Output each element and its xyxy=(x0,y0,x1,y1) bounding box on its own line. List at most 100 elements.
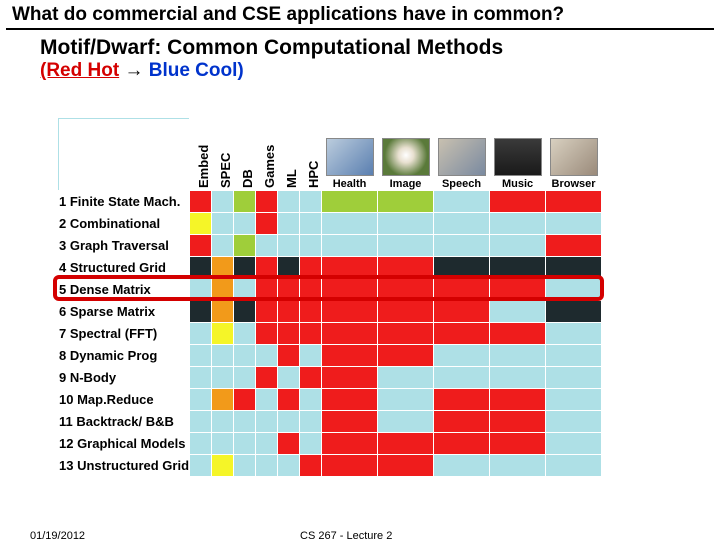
heat-cell xyxy=(322,301,378,323)
heat-cell xyxy=(300,279,322,301)
heat-cell xyxy=(546,323,602,345)
heat-cell xyxy=(546,213,602,235)
heat-cell xyxy=(278,455,300,477)
col-header-wide: Browser xyxy=(546,119,602,191)
heat-cell xyxy=(490,213,546,235)
heat-cell xyxy=(256,389,278,411)
heat-cell xyxy=(212,279,234,301)
heat-cell xyxy=(300,367,322,389)
heat-cell xyxy=(546,455,602,477)
heat-cell xyxy=(256,279,278,301)
heat-cell xyxy=(256,411,278,433)
heat-cell xyxy=(234,257,256,279)
heat-cell xyxy=(322,411,378,433)
heat-cell xyxy=(278,367,300,389)
heat-cell xyxy=(546,279,602,301)
heat-cell xyxy=(322,323,378,345)
heat-cell xyxy=(256,191,278,213)
heat-cell xyxy=(490,257,546,279)
table-row: 9 N-Body xyxy=(59,367,602,389)
heat-cell xyxy=(322,279,378,301)
heat-cell xyxy=(434,213,490,235)
heat-cell xyxy=(278,433,300,455)
heat-cell xyxy=(300,345,322,367)
heat-cell xyxy=(434,235,490,257)
heat-cell xyxy=(256,301,278,323)
heat-cell xyxy=(234,301,256,323)
col-thumbnail-icon xyxy=(438,138,486,176)
heat-cell xyxy=(234,213,256,235)
table-row: 2 Combinational xyxy=(59,213,602,235)
heat-cell xyxy=(300,213,322,235)
heat-cell xyxy=(378,433,434,455)
heat-cell xyxy=(278,257,300,279)
heat-cell xyxy=(434,367,490,389)
row-header: 8 Dynamic Prog xyxy=(59,345,190,367)
table-row: 1 Finite State Mach. xyxy=(59,191,602,213)
table-row: 8 Dynamic Prog xyxy=(59,345,602,367)
heat-cell xyxy=(490,389,546,411)
heat-cell xyxy=(234,345,256,367)
heat-cell xyxy=(322,345,378,367)
heat-cell xyxy=(212,345,234,367)
color-legend: (Red Hot → Blue Cool) xyxy=(0,60,720,86)
heat-cell xyxy=(434,411,490,433)
row-header: 7 Spectral (FFT) xyxy=(59,323,190,345)
heat-cell xyxy=(546,411,602,433)
heat-cell xyxy=(278,191,300,213)
heat-cell xyxy=(278,279,300,301)
heat-cell xyxy=(212,367,234,389)
heat-cell xyxy=(546,257,602,279)
heat-cell xyxy=(378,345,434,367)
heat-cell xyxy=(190,433,212,455)
heat-cell xyxy=(378,191,434,213)
table-row: 12 Graphical Models xyxy=(59,433,602,455)
table-row: 5 Dense Matrix xyxy=(59,279,602,301)
heat-cell xyxy=(212,455,234,477)
col-thumbnail-icon xyxy=(382,138,430,176)
heat-cell xyxy=(434,279,490,301)
table-row: 4 Structured Grid xyxy=(59,257,602,279)
heat-cell xyxy=(546,367,602,389)
heat-cell xyxy=(234,367,256,389)
col-thumbnail-icon xyxy=(326,138,374,176)
heat-cell xyxy=(490,301,546,323)
heat-cell xyxy=(322,191,378,213)
heat-cell xyxy=(322,257,378,279)
heat-cell xyxy=(490,433,546,455)
heat-cell xyxy=(378,213,434,235)
heat-cell xyxy=(212,257,234,279)
heat-cell xyxy=(256,433,278,455)
row-header: 5 Dense Matrix xyxy=(59,279,190,301)
heat-cell xyxy=(546,389,602,411)
heat-cell xyxy=(546,301,602,323)
heat-cell xyxy=(234,455,256,477)
row-header: 4 Structured Grid xyxy=(59,257,190,279)
heat-cell xyxy=(490,411,546,433)
heat-cell xyxy=(300,235,322,257)
row-header: 12 Graphical Models xyxy=(59,433,190,455)
heat-cell xyxy=(378,301,434,323)
heat-cell xyxy=(190,279,212,301)
heat-cell xyxy=(256,345,278,367)
slide-subtitle: Motif/Dwarf: Common Computational Method… xyxy=(0,30,720,60)
heat-cell xyxy=(190,345,212,367)
heat-cell xyxy=(300,433,322,455)
col-header: ML xyxy=(278,119,300,191)
heat-cell xyxy=(490,235,546,257)
heat-cell xyxy=(490,191,546,213)
footer-date: 01/19/2012 xyxy=(30,530,85,542)
heat-cell xyxy=(190,235,212,257)
col-header-wide: Speech xyxy=(434,119,490,191)
heatmap-table: EmbedSPECDBGamesMLHPCHealthImageSpeechMu… xyxy=(58,118,602,477)
heat-cell xyxy=(378,257,434,279)
heat-cell xyxy=(546,345,602,367)
heatmap-chart: EmbedSPECDBGamesMLHPCHealthImageSpeechMu… xyxy=(58,118,698,477)
heat-cell xyxy=(278,389,300,411)
table-row: 7 Spectral (FFT) xyxy=(59,323,602,345)
heat-cell xyxy=(490,323,546,345)
col-header: SPEC xyxy=(212,119,234,191)
heat-cell xyxy=(278,235,300,257)
heat-cell xyxy=(190,257,212,279)
slide-title: What do commercial and CSE applications … xyxy=(6,0,714,30)
